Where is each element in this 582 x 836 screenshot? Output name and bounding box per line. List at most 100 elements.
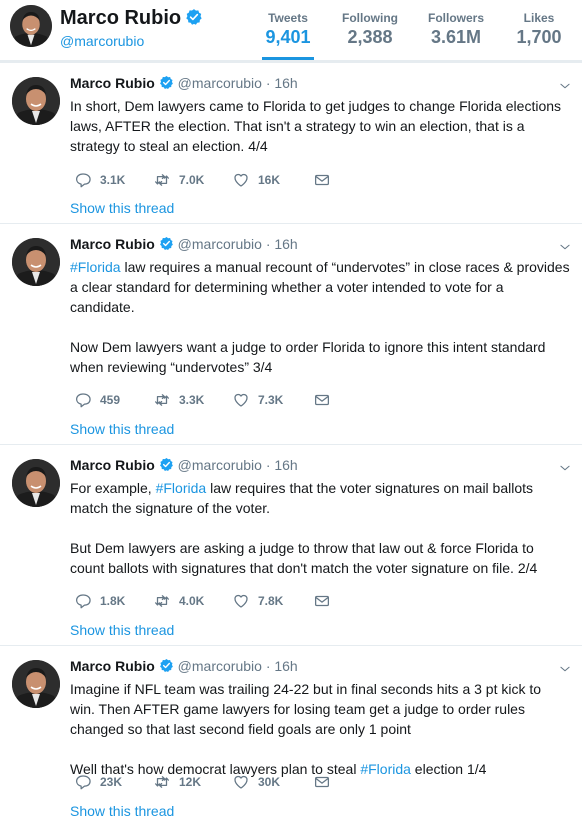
like-button[interactable]: 7.8K xyxy=(232,591,283,611)
tweet-line: strategy to steal an election. 4/4 xyxy=(70,138,268,154)
tweet[interactable]: Marco Rubio @marcorubio · 16h For exampl… xyxy=(0,444,582,645)
tweet-line: count ballots with signatures that don't… xyxy=(70,560,538,576)
profile-handle[interactable]: @marcorubio xyxy=(60,33,144,49)
chevron-down-icon[interactable] xyxy=(558,240,572,254)
tweet-avatar[interactable] xyxy=(12,77,60,125)
hashtag-link[interactable]: #Florida xyxy=(70,259,121,275)
tweet-line: a clear standard for determining whether… xyxy=(70,279,504,295)
tweet-avatar[interactable] xyxy=(12,660,60,708)
reply-button[interactable]: 1.8K xyxy=(74,591,125,611)
tweet-line: But Dem lawyers are asking a judge to th… xyxy=(70,540,534,556)
show-thread-link[interactable]: Show this thread xyxy=(70,622,174,638)
paragraph-break xyxy=(70,739,575,759)
reply-icon xyxy=(74,592,92,610)
tweet-line: Imagine if NFL team was trailing 24-22 b… xyxy=(70,681,542,697)
show-thread-link[interactable]: Show this thread xyxy=(70,803,174,819)
tweet-line: laws, AFTER the election. That isn't a s… xyxy=(70,118,525,134)
author-name[interactable]: Marco Rubio xyxy=(70,658,155,674)
like-button[interactable]: 30K xyxy=(232,772,280,792)
verified-badge-icon xyxy=(159,658,174,673)
tweet-line: Now Dem lawyers want a judge to order Fl… xyxy=(70,339,546,355)
show-thread-link[interactable]: Show this thread xyxy=(70,421,174,437)
avatar-image xyxy=(12,77,60,125)
reply-button[interactable]: 23K xyxy=(74,772,122,792)
stat-value: 2,388 xyxy=(347,27,393,47)
author-name[interactable]: Marco Rubio xyxy=(70,236,155,252)
reply-button[interactable]: 459 xyxy=(74,390,120,410)
reply-button[interactable]: 3.1K xyxy=(74,170,125,190)
tweet-timestamp[interactable]: · 16h xyxy=(266,75,298,91)
author-handle[interactable]: @marcorubio xyxy=(178,75,262,91)
chevron-down-icon[interactable] xyxy=(558,461,572,475)
retweet-icon xyxy=(153,592,171,610)
tweet[interactable]: Marco Rubio @marcorubio · 16h Imagine if… xyxy=(0,645,582,836)
paragraph-break xyxy=(70,317,575,337)
tweet-line: when reviewing “undervotes” 3/4 xyxy=(70,359,273,375)
retweet-icon xyxy=(153,391,171,409)
stat-value: 3.61M xyxy=(430,27,482,47)
stat-value: 1,700 xyxy=(516,27,562,47)
direct-message-button[interactable] xyxy=(313,772,331,792)
stat-label: Tweets xyxy=(268,11,308,25)
tweet-header: Marco Rubio @marcorubio · 16h xyxy=(70,236,298,252)
author-handle[interactable]: @marcorubio xyxy=(178,457,262,473)
direct-message-button[interactable] xyxy=(313,390,331,410)
like-button[interactable]: 16K xyxy=(232,170,280,190)
tweet-timestamp[interactable]: · 16h xyxy=(266,658,298,674)
tweet-line: In short, Dem lawyers came to Florida to… xyxy=(70,98,562,114)
direct-message-button[interactable] xyxy=(313,591,331,611)
stat-likes[interactable]: Likes 1,700 xyxy=(512,0,566,60)
profile-name[interactable]: Marco Rubio xyxy=(60,7,181,29)
reply-icon xyxy=(74,773,92,791)
hashtag-link[interactable]: #Florida xyxy=(156,480,207,496)
retweet-count: 7.0K xyxy=(179,173,205,187)
like-count: 16K xyxy=(258,173,281,187)
tweet-timestamp[interactable]: · 16h xyxy=(266,457,298,473)
tweet-timestamp[interactable]: · 16h xyxy=(266,236,298,252)
avatar-image xyxy=(10,5,52,47)
tweet[interactable]: Marco Rubio @marcorubio · 16h In short, … xyxy=(0,62,582,223)
tweet-avatar[interactable] xyxy=(12,238,60,286)
tweet-line-text: For example, xyxy=(70,480,156,496)
tweet[interactable]: Marco Rubio @marcorubio · 16h #Florida l… xyxy=(0,223,582,444)
reply-icon xyxy=(74,391,92,409)
stat-value: 9,401 xyxy=(265,27,311,47)
chevron-down-icon[interactable] xyxy=(558,79,572,93)
tweet-actions: 1.8K 4.0K 7.8K xyxy=(70,591,370,611)
reply-count: 3.1K xyxy=(100,173,126,187)
profile-header: Marco Rubio @marcorubio Tweets 9,401 Fol… xyxy=(0,0,582,61)
direct-message-button[interactable] xyxy=(313,170,331,190)
stat-tweets[interactable]: Tweets 9,401 xyxy=(262,0,314,60)
tweet-avatar[interactable] xyxy=(12,459,60,507)
reply-count: 1.8K xyxy=(100,594,126,608)
like-button[interactable]: 7.3K xyxy=(232,390,283,410)
stat-followers[interactable]: Followers 3.61M xyxy=(424,0,488,60)
tweet-line: #Florida law requires a manual recount o… xyxy=(70,257,575,277)
stat-following[interactable]: Following 2,388 xyxy=(338,0,402,60)
reply-count: 459 xyxy=(100,393,121,407)
retweet-button[interactable]: 7.0K xyxy=(153,170,204,190)
tweet-line-text: law requires that the voter signatures o… xyxy=(206,480,534,496)
stat-label: Likes xyxy=(523,11,555,25)
tweet-line: For example, #Florida law requires that … xyxy=(70,478,575,498)
author-name[interactable]: Marco Rubio xyxy=(70,75,155,91)
tweet-header: Marco Rubio @marcorubio · 16h xyxy=(70,658,298,674)
profile-avatar[interactable] xyxy=(10,5,52,47)
author-handle[interactable]: @marcorubio xyxy=(178,658,262,674)
retweet-count: 12K xyxy=(179,775,202,789)
tweet-line: match the signature of the voter. xyxy=(70,500,271,516)
heart-icon xyxy=(232,773,250,791)
retweet-button[interactable]: 12K xyxy=(153,772,201,792)
show-thread-link[interactable]: Show this thread xyxy=(70,200,174,216)
author-handle[interactable]: @marcorubio xyxy=(178,236,262,252)
profile-name-row[interactable]: Marco Rubio xyxy=(60,7,203,30)
author-name[interactable]: Marco Rubio xyxy=(70,457,155,473)
retweet-count: 3.3K xyxy=(179,393,205,407)
reply-count: 23K xyxy=(100,775,123,789)
chevron-down-icon[interactable] xyxy=(558,662,572,676)
retweet-button[interactable]: 3.3K xyxy=(153,390,204,410)
verified-badge-icon xyxy=(159,457,174,472)
tweet-actions: 3.1K 7.0K 16K xyxy=(70,170,370,190)
tweet-text: In short, Dem lawyers came to Florida to… xyxy=(70,96,575,156)
retweet-button[interactable]: 4.0K xyxy=(153,591,204,611)
